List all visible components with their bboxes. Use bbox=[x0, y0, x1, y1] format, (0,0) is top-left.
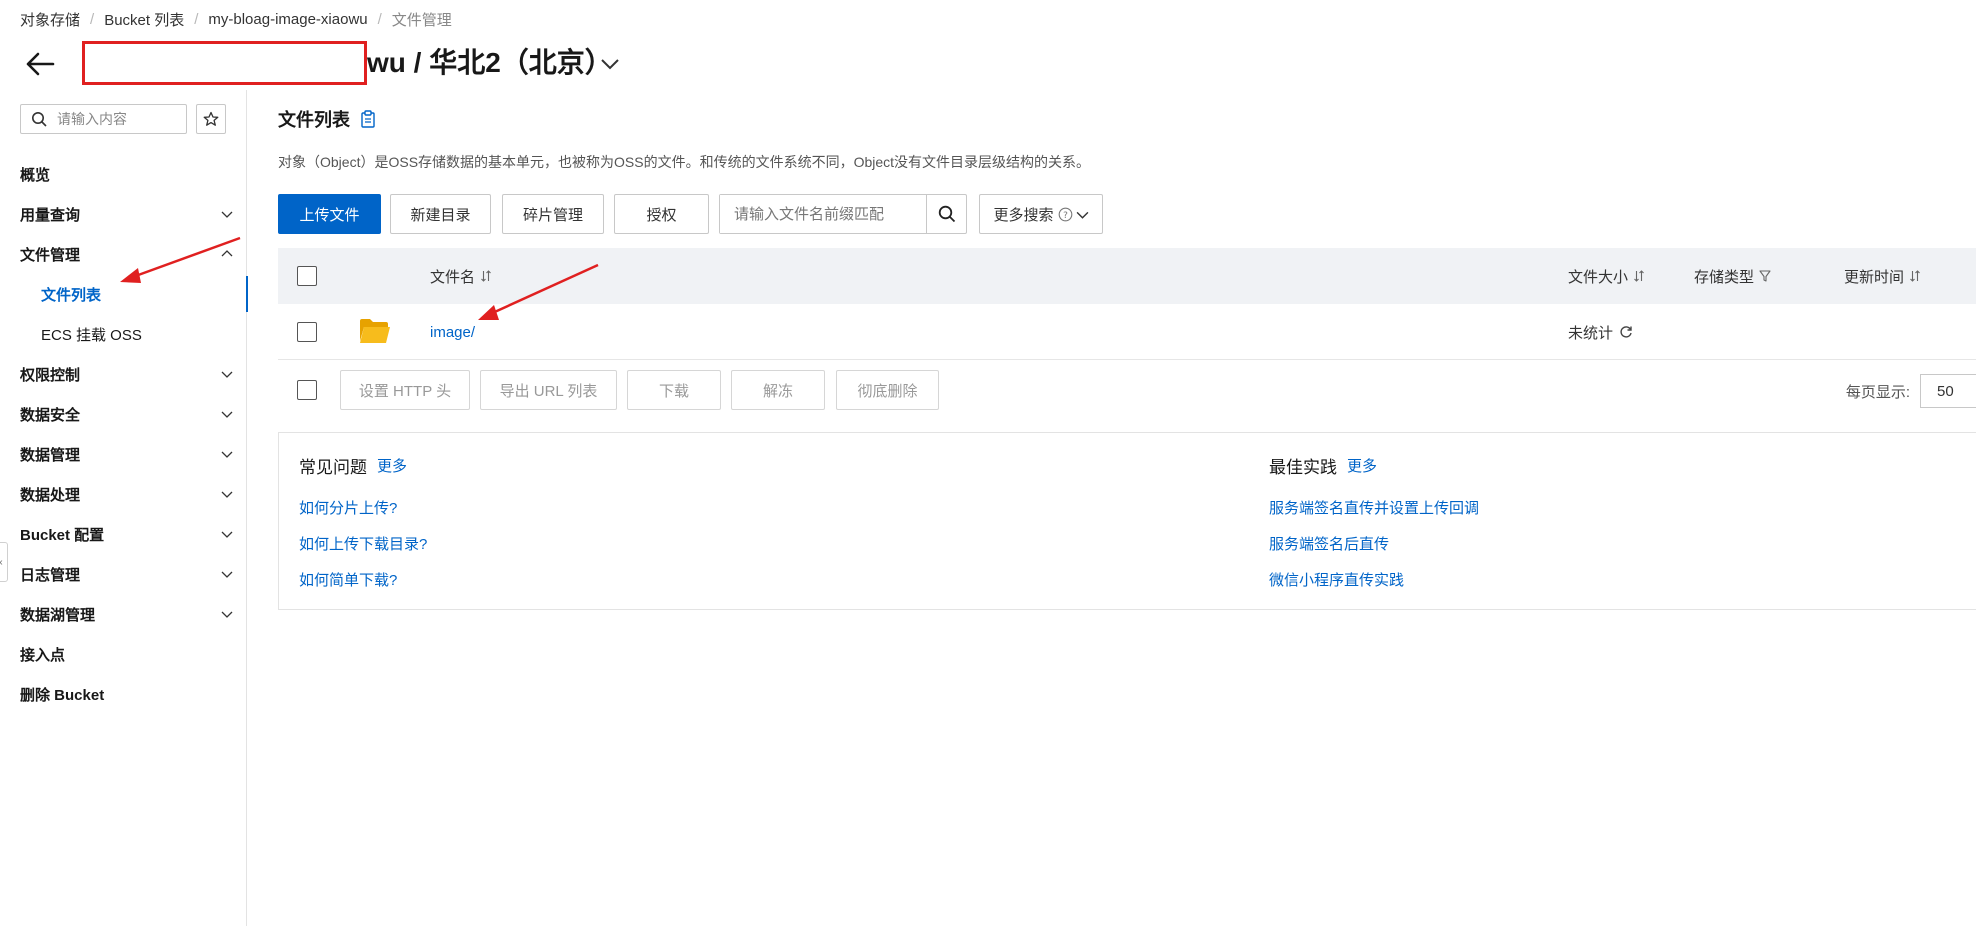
chevron-down-icon bbox=[221, 531, 233, 538]
sidebar-item-data-processing[interactable]: 数据处理 bbox=[0, 476, 247, 512]
chevron-down-icon bbox=[221, 451, 233, 458]
faq-link-dir-transfer[interactable]: 如何上传下载目录? bbox=[299, 533, 427, 554]
sidebar-item-file-list[interactable]: 文件列表 bbox=[0, 276, 248, 312]
sidebar-item-bucket-config[interactable]: Bucket 配置 bbox=[0, 516, 247, 552]
back-button[interactable] bbox=[20, 47, 60, 81]
sidebar-item-data-security[interactable]: 数据安全 bbox=[0, 396, 247, 432]
faq-more-link[interactable]: 更多 bbox=[377, 455, 407, 476]
search-icon bbox=[32, 112, 47, 127]
star-icon bbox=[203, 111, 219, 126]
help-icon: ? bbox=[1058, 207, 1072, 221]
best-practice-link-miniprogram[interactable]: 微信小程序直传实践 bbox=[1269, 569, 1404, 590]
sidebar-item-ecs-mount-oss[interactable]: ECS 挂载 OSS bbox=[0, 316, 247, 352]
chevron-down-icon bbox=[221, 371, 233, 378]
unfreeze-button[interactable]: 解冻 bbox=[731, 370, 825, 410]
arrow-left-icon bbox=[26, 52, 55, 76]
chevron-up-icon bbox=[221, 250, 233, 257]
faq-link-simple-download[interactable]: 如何简单下载? bbox=[299, 569, 397, 590]
breadcrumb-item-current: 文件管理 bbox=[391, 11, 452, 29]
faq-title: 常见问题 更多 bbox=[299, 453, 407, 478]
upload-file-button[interactable]: 上传文件 bbox=[278, 194, 381, 234]
column-header-name[interactable]: 文件名 bbox=[430, 248, 492, 304]
column-header-storage-type[interactable]: 存储类型 bbox=[1694, 248, 1771, 304]
sidebar-search-input[interactable] bbox=[55, 110, 165, 128]
sort-icon bbox=[481, 270, 491, 282]
clipboard-icon[interactable] bbox=[360, 110, 376, 128]
chevron-down-icon bbox=[1076, 211, 1088, 219]
permanent-delete-button[interactable]: 彻底删除 bbox=[836, 370, 939, 410]
export-url-list-button[interactable]: 导出 URL 列表 bbox=[480, 370, 617, 410]
pagination: 每页显示: 50 bbox=[1846, 374, 1976, 408]
file-size: 未统计 bbox=[1568, 304, 1633, 360]
more-search-button[interactable]: 更多搜索 ? bbox=[979, 194, 1103, 234]
refresh-icon[interactable] bbox=[1619, 325, 1633, 339]
fragment-management-button[interactable]: 碎片管理 bbox=[502, 194, 604, 234]
sidebar-item-log-management[interactable]: 日志管理 bbox=[0, 556, 247, 592]
page-title: 文件列表 bbox=[278, 106, 376, 132]
best-practice-link-signed-upload[interactable]: 服务端签名后直传 bbox=[1269, 533, 1389, 554]
search-icon bbox=[938, 205, 955, 223]
breadcrumb-separator: / bbox=[194, 10, 199, 28]
sort-icon bbox=[1634, 270, 1644, 282]
authorize-button[interactable]: 授权 bbox=[614, 194, 709, 234]
breadcrumb-item-bucket-list[interactable]: Bucket 列表 bbox=[104, 9, 184, 30]
faq-link-multipart[interactable]: 如何分片上传? bbox=[299, 497, 397, 518]
region-switch-chevron-icon[interactable] bbox=[598, 52, 622, 76]
chevron-down-icon bbox=[221, 211, 233, 218]
redaction-box bbox=[82, 41, 367, 85]
table-header: 文件名 文件大小 存储类型 更新时间 bbox=[278, 248, 1976, 304]
filter-icon bbox=[1759, 270, 1771, 282]
file-prefix-search-input[interactable] bbox=[720, 195, 926, 233]
bucket-title: wu / 华北2（北京） bbox=[367, 47, 613, 78]
sidebar-item-usage[interactable]: 用量查询 bbox=[0, 196, 247, 232]
breadcrumb-separator: / bbox=[90, 10, 95, 28]
chevron-down-icon bbox=[221, 571, 233, 578]
favorite-button[interactable] bbox=[196, 104, 226, 134]
sidebar-item-access-point[interactable]: 接入点 bbox=[0, 636, 247, 672]
sidebar-item-file-management[interactable]: 文件管理 bbox=[0, 236, 247, 272]
bulk-actions-bar: 设置 HTTP 头 导出 URL 列表 下载 解冻 彻底删除 每页显示: 50 bbox=[278, 360, 1976, 420]
table-row[interactable]: image/ 未统计 bbox=[278, 304, 1976, 360]
select-all-checkbox[interactable] bbox=[297, 266, 317, 286]
chevron-down-icon bbox=[221, 411, 233, 418]
sidebar-item-data-management[interactable]: 数据管理 bbox=[0, 436, 247, 472]
file-name-link[interactable]: image/ bbox=[430, 304, 475, 360]
best-practice-more-link[interactable]: 更多 bbox=[1347, 455, 1377, 476]
folder-icon bbox=[360, 319, 390, 343]
new-directory-button[interactable]: 新建目录 bbox=[390, 194, 491, 234]
column-header-updated[interactable]: 更新时间 bbox=[1844, 248, 1921, 304]
sort-icon bbox=[1910, 270, 1920, 282]
sidebar-collapse-handle[interactable]: ‹ bbox=[0, 542, 8, 582]
sidebar-item-access-control[interactable]: 权限控制 bbox=[0, 356, 247, 392]
sidebar-search[interactable] bbox=[20, 104, 187, 134]
per-page-select[interactable]: 50 bbox=[1920, 374, 1976, 408]
sidebar-item-overview[interactable]: 概览 bbox=[0, 156, 247, 192]
sidebar-item-delete-bucket[interactable]: 删除 Bucket bbox=[0, 676, 247, 712]
set-http-header-button[interactable]: 设置 HTTP 头 bbox=[340, 370, 470, 410]
page-description: 对象（Object）是OSS存储数据的基本单元，也被称为OSS的文件。和传统的文… bbox=[278, 154, 1091, 170]
sidebar: 概览 用量查询 文件管理 文件列表 ECS 挂载 OSS 权限控制 数据安全 数… bbox=[0, 90, 248, 926]
file-search bbox=[719, 194, 967, 234]
per-page-label: 每页显示: bbox=[1845, 383, 1910, 401]
best-practice-title: 最佳实践 更多 bbox=[1269, 453, 1377, 478]
chevron-left-icon: ‹ bbox=[0, 557, 3, 568]
breadcrumb-item-oss[interactable]: 对象存储 bbox=[20, 9, 80, 30]
chevron-down-icon bbox=[221, 611, 233, 618]
svg-text:?: ? bbox=[1063, 211, 1068, 221]
breadcrumb-item-bucket[interactable]: my-bloag-image-xiaowu bbox=[208, 11, 367, 28]
bulk-select-checkbox[interactable] bbox=[297, 380, 317, 400]
chevron-down-icon bbox=[221, 491, 233, 498]
column-header-size[interactable]: 文件大小 bbox=[1568, 248, 1645, 304]
toolbar: 上传文件 新建目录 碎片管理 授权 更多搜索 ? bbox=[278, 194, 1976, 234]
breadcrumb-separator: / bbox=[377, 10, 382, 28]
help-panel: 常见问题 更多 如何分片上传? 如何上传下载目录? 如何简单下载? 最佳实践 更… bbox=[278, 432, 1976, 610]
download-button[interactable]: 下载 bbox=[627, 370, 721, 410]
row-checkbox[interactable] bbox=[297, 322, 317, 342]
sidebar-item-data-lake[interactable]: 数据湖管理 bbox=[0, 596, 247, 632]
breadcrumb: 对象存储 / Bucket 列表 / my-bloag-image-xiaowu… bbox=[20, 8, 452, 30]
page-header: wu / 华北2（北京） bbox=[0, 38, 1976, 90]
search-button[interactable] bbox=[926, 195, 966, 233]
best-practice-link-callback[interactable]: 服务端签名直传并设置上传回调 bbox=[1269, 497, 1479, 518]
